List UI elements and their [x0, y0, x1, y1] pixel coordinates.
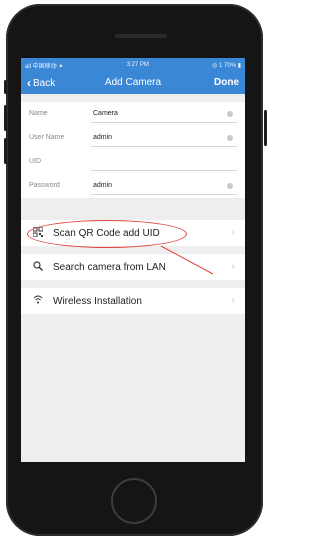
volume-up-button — [4, 105, 7, 131]
screen: all 中国移动 ✦ 3:27 PM ◎ 1 70% ▮ ‹ Back Add … — [21, 58, 245, 462]
mute-switch — [4, 80, 7, 94]
speaker-grille — [115, 34, 167, 38]
volume-down-button — [4, 138, 7, 164]
power-button — [264, 110, 267, 146]
home-button[interactable] — [111, 478, 157, 524]
annotation-arrow — [160, 245, 214, 275]
